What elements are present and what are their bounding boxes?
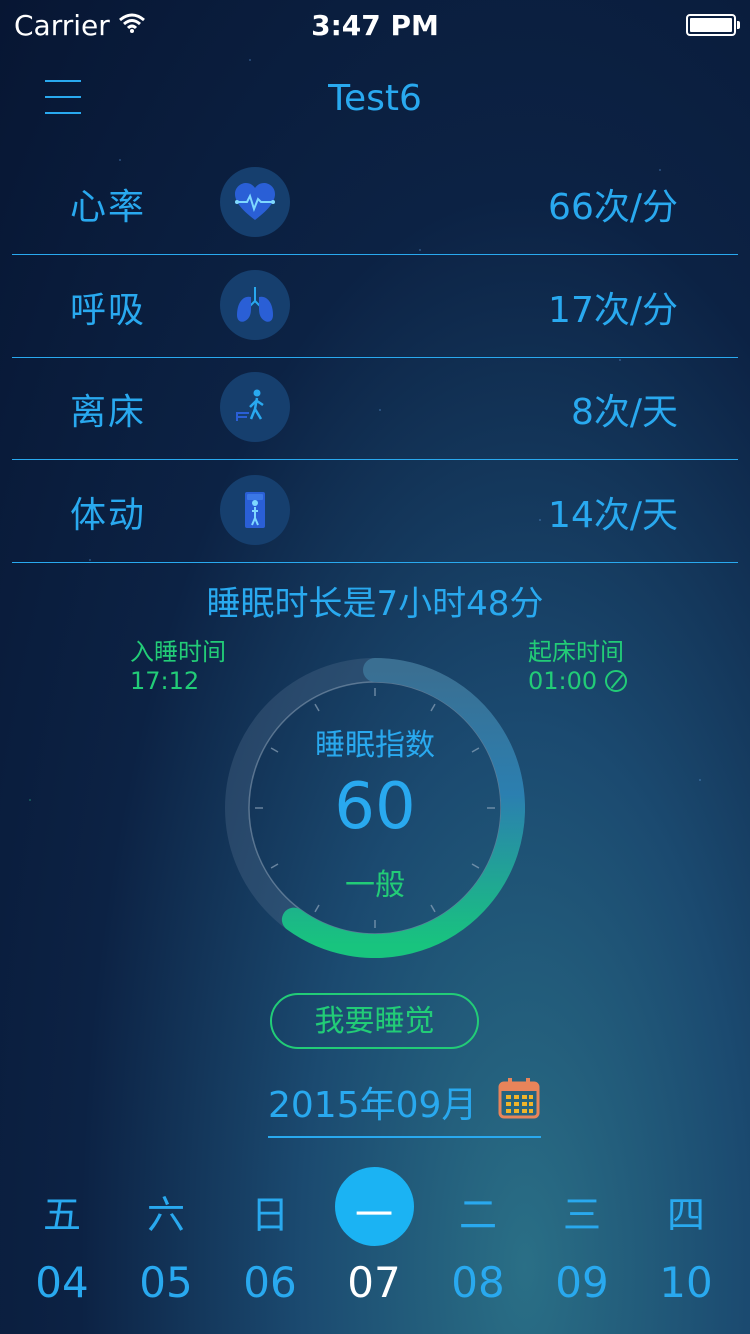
metric-label: 体动 bbox=[70, 495, 147, 536]
clock: 3:47 PM bbox=[311, 9, 439, 42]
day-number[interactable]: 08 bbox=[426, 1258, 530, 1307]
metric-row-respiration: 呼吸 17次/分 bbox=[12, 255, 738, 358]
metric-value: 17次/分 bbox=[548, 290, 678, 331]
nav-bar: Test6 bbox=[0, 48, 750, 152]
metric-row-heart-rate: 心率 66次/分 bbox=[12, 152, 738, 255]
bedtime-label: 入睡时间 bbox=[130, 638, 226, 666]
day-number[interactable]: 04 bbox=[10, 1258, 114, 1307]
gauge-grade: 一般 bbox=[345, 868, 405, 903]
month-selector[interactable]: 2015年09月 bbox=[268, 1070, 541, 1138]
gauge-tick bbox=[314, 703, 320, 712]
weekday-label[interactable]: 四 bbox=[634, 1184, 738, 1239]
metric-value: 8次/天 bbox=[570, 392, 678, 433]
bedtime-value: 17:12 bbox=[130, 667, 200, 695]
weekday-label[interactable]: 日 bbox=[218, 1184, 322, 1239]
person-in-bed-icon bbox=[220, 475, 290, 545]
gauge-tick bbox=[314, 904, 320, 913]
lungs-icon bbox=[220, 270, 290, 340]
sleep-duration: 睡眠时长是7小时48分 bbox=[206, 584, 544, 624]
month-label: 2015年09月 bbox=[268, 1085, 478, 1126]
day-number[interactable]: 10 bbox=[634, 1258, 738, 1307]
gauge-tick bbox=[430, 904, 436, 913]
gauge-score: 60 bbox=[334, 770, 416, 844]
metric-label: 呼吸 bbox=[70, 290, 147, 331]
edit-time-icon[interactable] bbox=[605, 670, 628, 692]
metric-row-out-of-bed: 离床 8次/天 bbox=[12, 357, 738, 460]
weekday-label[interactable]: 一 bbox=[322, 1184, 426, 1239]
day-number[interactable]: 07 bbox=[322, 1258, 426, 1307]
battery-icon bbox=[686, 14, 740, 36]
day-number[interactable]: 09 bbox=[530, 1258, 634, 1307]
page-title: Test6 bbox=[328, 78, 422, 119]
day-number[interactable]: 06 bbox=[218, 1258, 322, 1307]
wake-time-value: 01:00 bbox=[528, 667, 598, 695]
day-number[interactable]: 05 bbox=[114, 1258, 218, 1307]
gauge-tick bbox=[430, 703, 436, 712]
metric-row-body-movement: 体动 14次/天 bbox=[12, 460, 738, 563]
wake-time-label: 起床时间 bbox=[528, 638, 624, 666]
weekday-label[interactable]: 六 bbox=[114, 1184, 218, 1239]
weekday-label[interactable]: 五 bbox=[10, 1184, 114, 1239]
weekday-label[interactable]: 三 bbox=[530, 1184, 634, 1239]
wake-time-row[interactable]: 01:00 bbox=[528, 667, 628, 695]
metric-label: 心率 bbox=[70, 187, 147, 228]
metric-label: 离床 bbox=[70, 392, 147, 433]
go-to-sleep-button[interactable]: 我要睡觉 bbox=[270, 993, 479, 1049]
walking-person-icon bbox=[220, 372, 290, 442]
calendar-icon[interactable] bbox=[497, 1076, 541, 1120]
metric-value: 14次/天 bbox=[548, 495, 678, 536]
metric-value: 66次/分 bbox=[548, 187, 678, 228]
status-bar: Carrier 3:47 PM bbox=[0, 0, 750, 48]
gauge-title: 睡眠指数 bbox=[315, 728, 435, 763]
weekday-label[interactable]: 二 bbox=[426, 1184, 530, 1239]
heart-icon bbox=[220, 167, 290, 237]
